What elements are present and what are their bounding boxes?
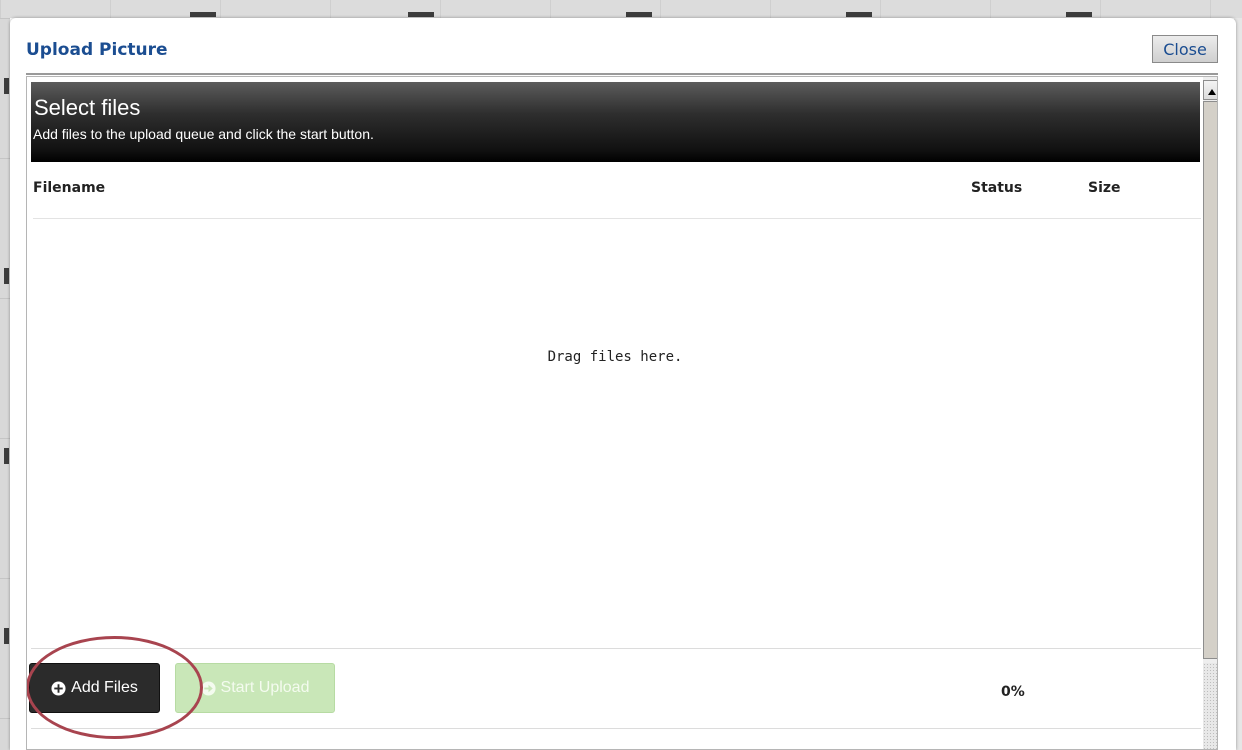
- add-files-button[interactable]: Add Files: [29, 663, 160, 713]
- background-tab-marker: [626, 12, 652, 17]
- background-tab-marker: [408, 12, 434, 17]
- arrow-right-circle-icon: [201, 680, 216, 696]
- scroll-up-button[interactable]: [1203, 80, 1217, 100]
- triangle-up-icon: [1207, 81, 1217, 100]
- uploader-frame: Select files Add files to the upload que…: [26, 76, 1218, 750]
- title-divider: [26, 73, 1218, 75]
- background-marker: [4, 628, 9, 644]
- scrollbar-track[interactable]: [1203, 663, 1217, 749]
- dialog-title: Upload Picture: [26, 40, 168, 60]
- uploader-footer: Add Files Start Upload 0%: [27, 636, 1201, 739]
- upload-picture-dialog: Upload Picture Close Select files Add fi…: [10, 18, 1236, 750]
- uploader-header-subtitle: Add files to the upload queue and click …: [33, 126, 374, 142]
- uploader-header-title: Select files: [34, 95, 141, 120]
- drop-zone-text[interactable]: Drag files here.: [27, 349, 1203, 365]
- background-marker: [4, 268, 9, 284]
- upload-progress-text: 0%: [1001, 684, 1025, 700]
- background-tab-marker: [190, 12, 216, 17]
- close-button[interactable]: Close: [1152, 35, 1218, 63]
- column-header-size: Size: [1088, 180, 1121, 196]
- plus-circle-icon: [51, 680, 66, 696]
- column-header-filename: Filename: [33, 180, 106, 196]
- background-tab-marker: [1066, 12, 1092, 17]
- uploader-header: Select files Add files to the upload que…: [31, 82, 1200, 162]
- vertical-scrollbar[interactable]: [1203, 77, 1217, 749]
- add-files-label: Add Files: [71, 679, 138, 696]
- background-marker: [4, 448, 9, 464]
- column-header-status: Status: [971, 180, 1023, 196]
- background-tab-marker: [846, 12, 872, 17]
- background-toolbar: [0, 0, 1242, 18]
- scrollbar-thumb[interactable]: [1203, 101, 1217, 659]
- background-marker: [4, 78, 9, 94]
- start-upload-label: Start Upload: [220, 679, 310, 696]
- file-list-divider: [33, 218, 1201, 219]
- start-upload-button[interactable]: Start Upload: [175, 663, 335, 713]
- background-sidebar: [0, 18, 10, 750]
